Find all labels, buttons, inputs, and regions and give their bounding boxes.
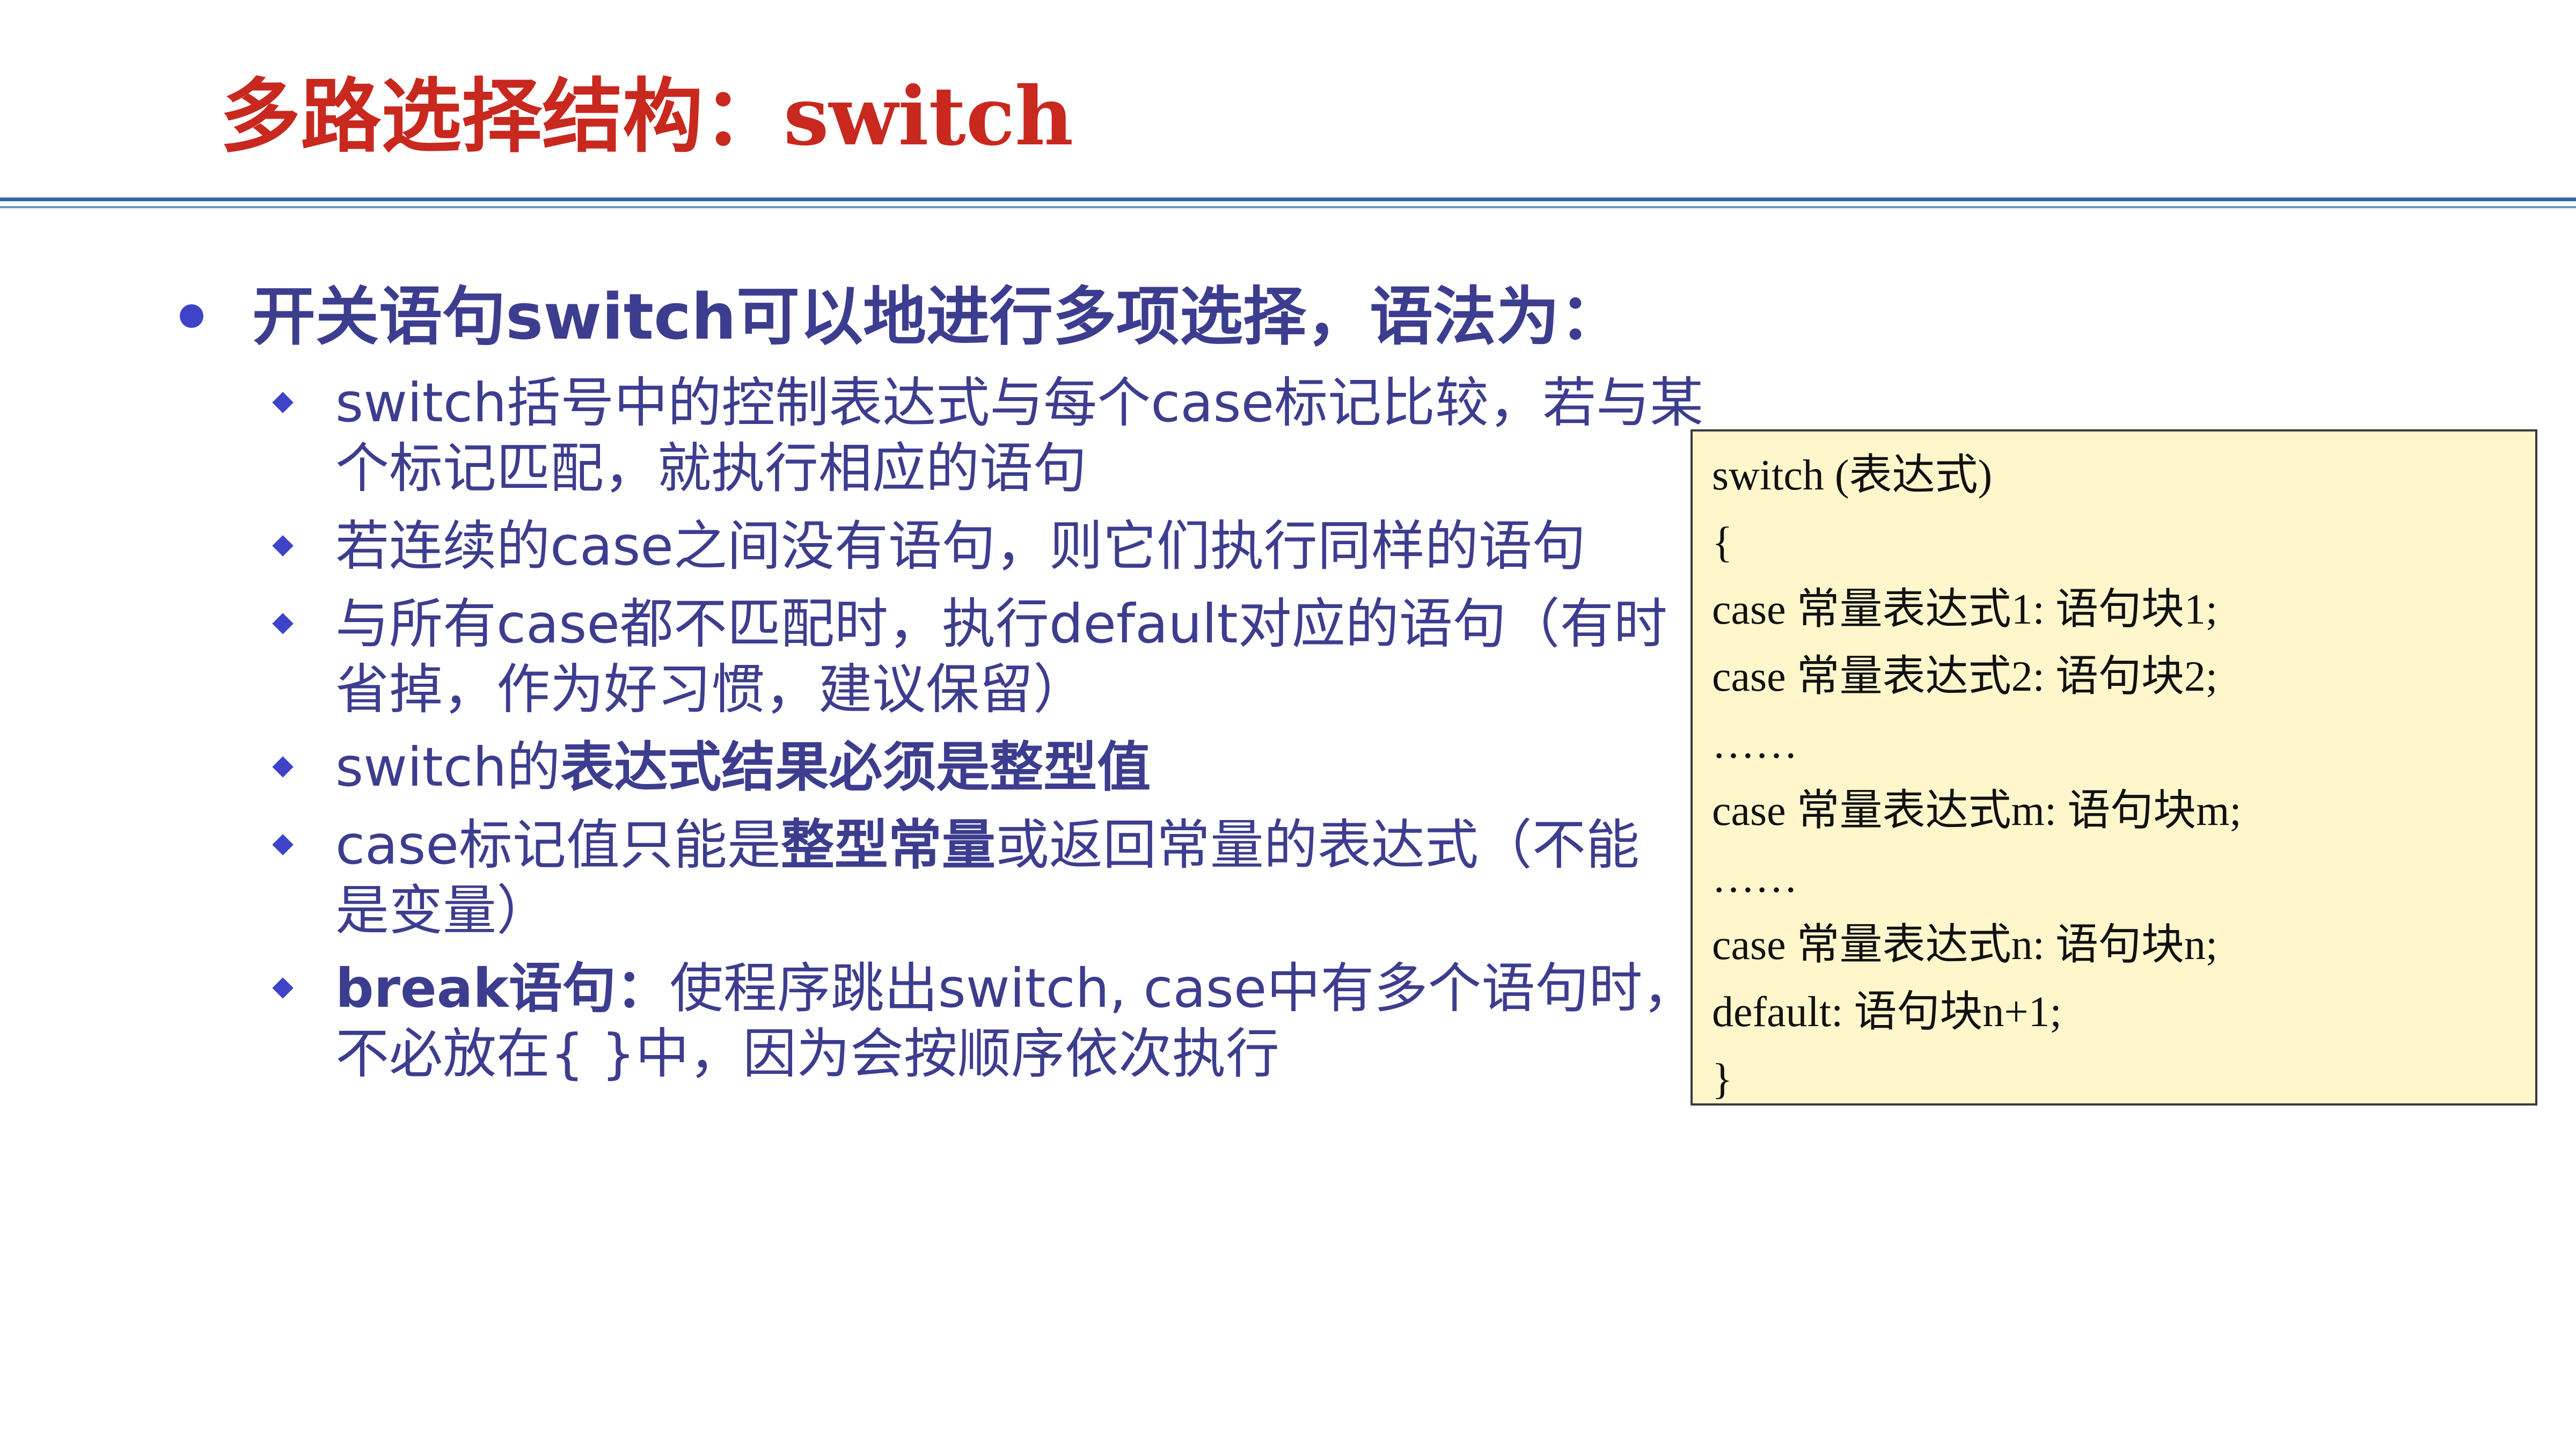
code-line: ……	[1712, 854, 1798, 902]
diamond-bullet-icon	[272, 977, 294, 999]
sub-bullet-text: switch的	[335, 736, 561, 799]
sub-bullet-line: switch的表达式结果必须是整型值	[335, 735, 1680, 800]
sub-bullet-line: 不必放在{ }中，因为会按顺序依次执行	[335, 1022, 1280, 1085]
diamond-bullet-icon	[272, 834, 294, 855]
sub-bullet-item: switch的表达式结果必须是整型值	[177, 735, 1680, 800]
code-line: case 常量表达式2: 语句块2;	[1712, 653, 2218, 700]
title-divider-line-secondary	[0, 206, 2576, 208]
title-divider-line	[0, 197, 2576, 201]
sub-bullet-emphasis: 整型常量	[780, 814, 996, 876]
sub-bullet-line: 与所有case都不匹配时，执行default对应的语句（有时	[335, 592, 1667, 655]
sub-bullet-item: 若连续的case之间没有语句，则它们执行同样的语句	[177, 514, 1680, 579]
code-line: {	[1712, 519, 1733, 566]
sub-bullet-text: case标记值只能是	[335, 814, 781, 876]
sub-bullet-line: 是变量）	[335, 879, 550, 942]
sub-bullet-emphasis: break语句：	[335, 957, 670, 1020]
code-line: switch (表达式)	[1712, 452, 1993, 499]
diamond-bullet-icon	[272, 613, 294, 634]
code-line: case 常量表达式m: 语句块m;	[1712, 787, 2242, 835]
sub-bullet-line: break语句：使程序跳出switch, case中有多个语句时，	[335, 956, 1696, 1021]
sub-bullet-item: 与所有case都不匹配时，执行default对应的语句（有时 省掉，作为好习惯，…	[177, 591, 1680, 722]
sub-bullet-emphasis: 表达式结果必须是整型值	[560, 736, 1151, 799]
slide: 多路选择结构：switch 开关语句switch可以地进行多项选择，语法为： s…	[0, 0, 2576, 1449]
sub-bullet-list: switch括号中的控制表达式与每个case标记比较，若与某 个标记匹配，就执行…	[177, 370, 1704, 1087]
sub-bullet-text: 使程序跳出switch, case中有多个语句时，	[669, 957, 1696, 1020]
sub-bullet-item: switch括号中的控制表达式与每个case标记比较，若与某 个标记匹配，就执行…	[177, 370, 1704, 501]
code-line: default: 语句块n+1;	[1712, 989, 2062, 1036]
diamond-bullet-icon	[272, 535, 294, 557]
sub-bullet-item: break语句：使程序跳出switch, case中有多个语句时， 不必放在{ …	[177, 956, 1696, 1087]
main-bullet-text: 开关语句switch可以地进行多项选择，语法为：	[252, 280, 1623, 354]
diamond-bullet-icon	[272, 756, 294, 778]
sub-bullet-line: 省掉，作为好习惯，建议保留）	[335, 658, 1087, 721]
code-line: }	[1712, 1056, 1733, 1103]
sub-bullet-line: switch括号中的控制表达式与每个case标记比较，若与某	[335, 371, 1704, 434]
sub-bullet-text: 或返回常量的表达式（不能	[995, 814, 1640, 876]
sub-bullet-line: 个标记匹配，就执行相应的语句	[335, 437, 1087, 500]
main-bullet-item: 开关语句switch可以地进行多项选择，语法为：	[177, 268, 1680, 365]
sub-bullet-line: case标记值只能是整型常量或返回常量的表达式（不能	[335, 813, 1680, 878]
code-line: case 常量表达式n: 语句块n;	[1712, 921, 2218, 969]
diamond-bullet-icon	[272, 392, 294, 413]
code-line: ……	[1712, 720, 1798, 767]
round-bullet-icon	[180, 304, 203, 328]
sub-bullet-line: 若连续的case之间没有语句，则它们执行同样的语句	[335, 515, 1586, 577]
bullet-content: 开关语句switch可以地进行多项选择，语法为： switch括号中的控制表达式…	[177, 268, 1704, 1099]
slide-title: 多路选择结构：switch	[220, 69, 1074, 164]
switch-syntax-code-box: switch (表达式) { case 常量表达式1: 语句块1; case 常…	[1690, 429, 2537, 1106]
sub-bullet-item: case标记值只能是整型常量或返回常量的表达式（不能 是变量）	[177, 813, 1680, 943]
code-line: case 常量表达式1: 语句块1;	[1712, 586, 2218, 633]
